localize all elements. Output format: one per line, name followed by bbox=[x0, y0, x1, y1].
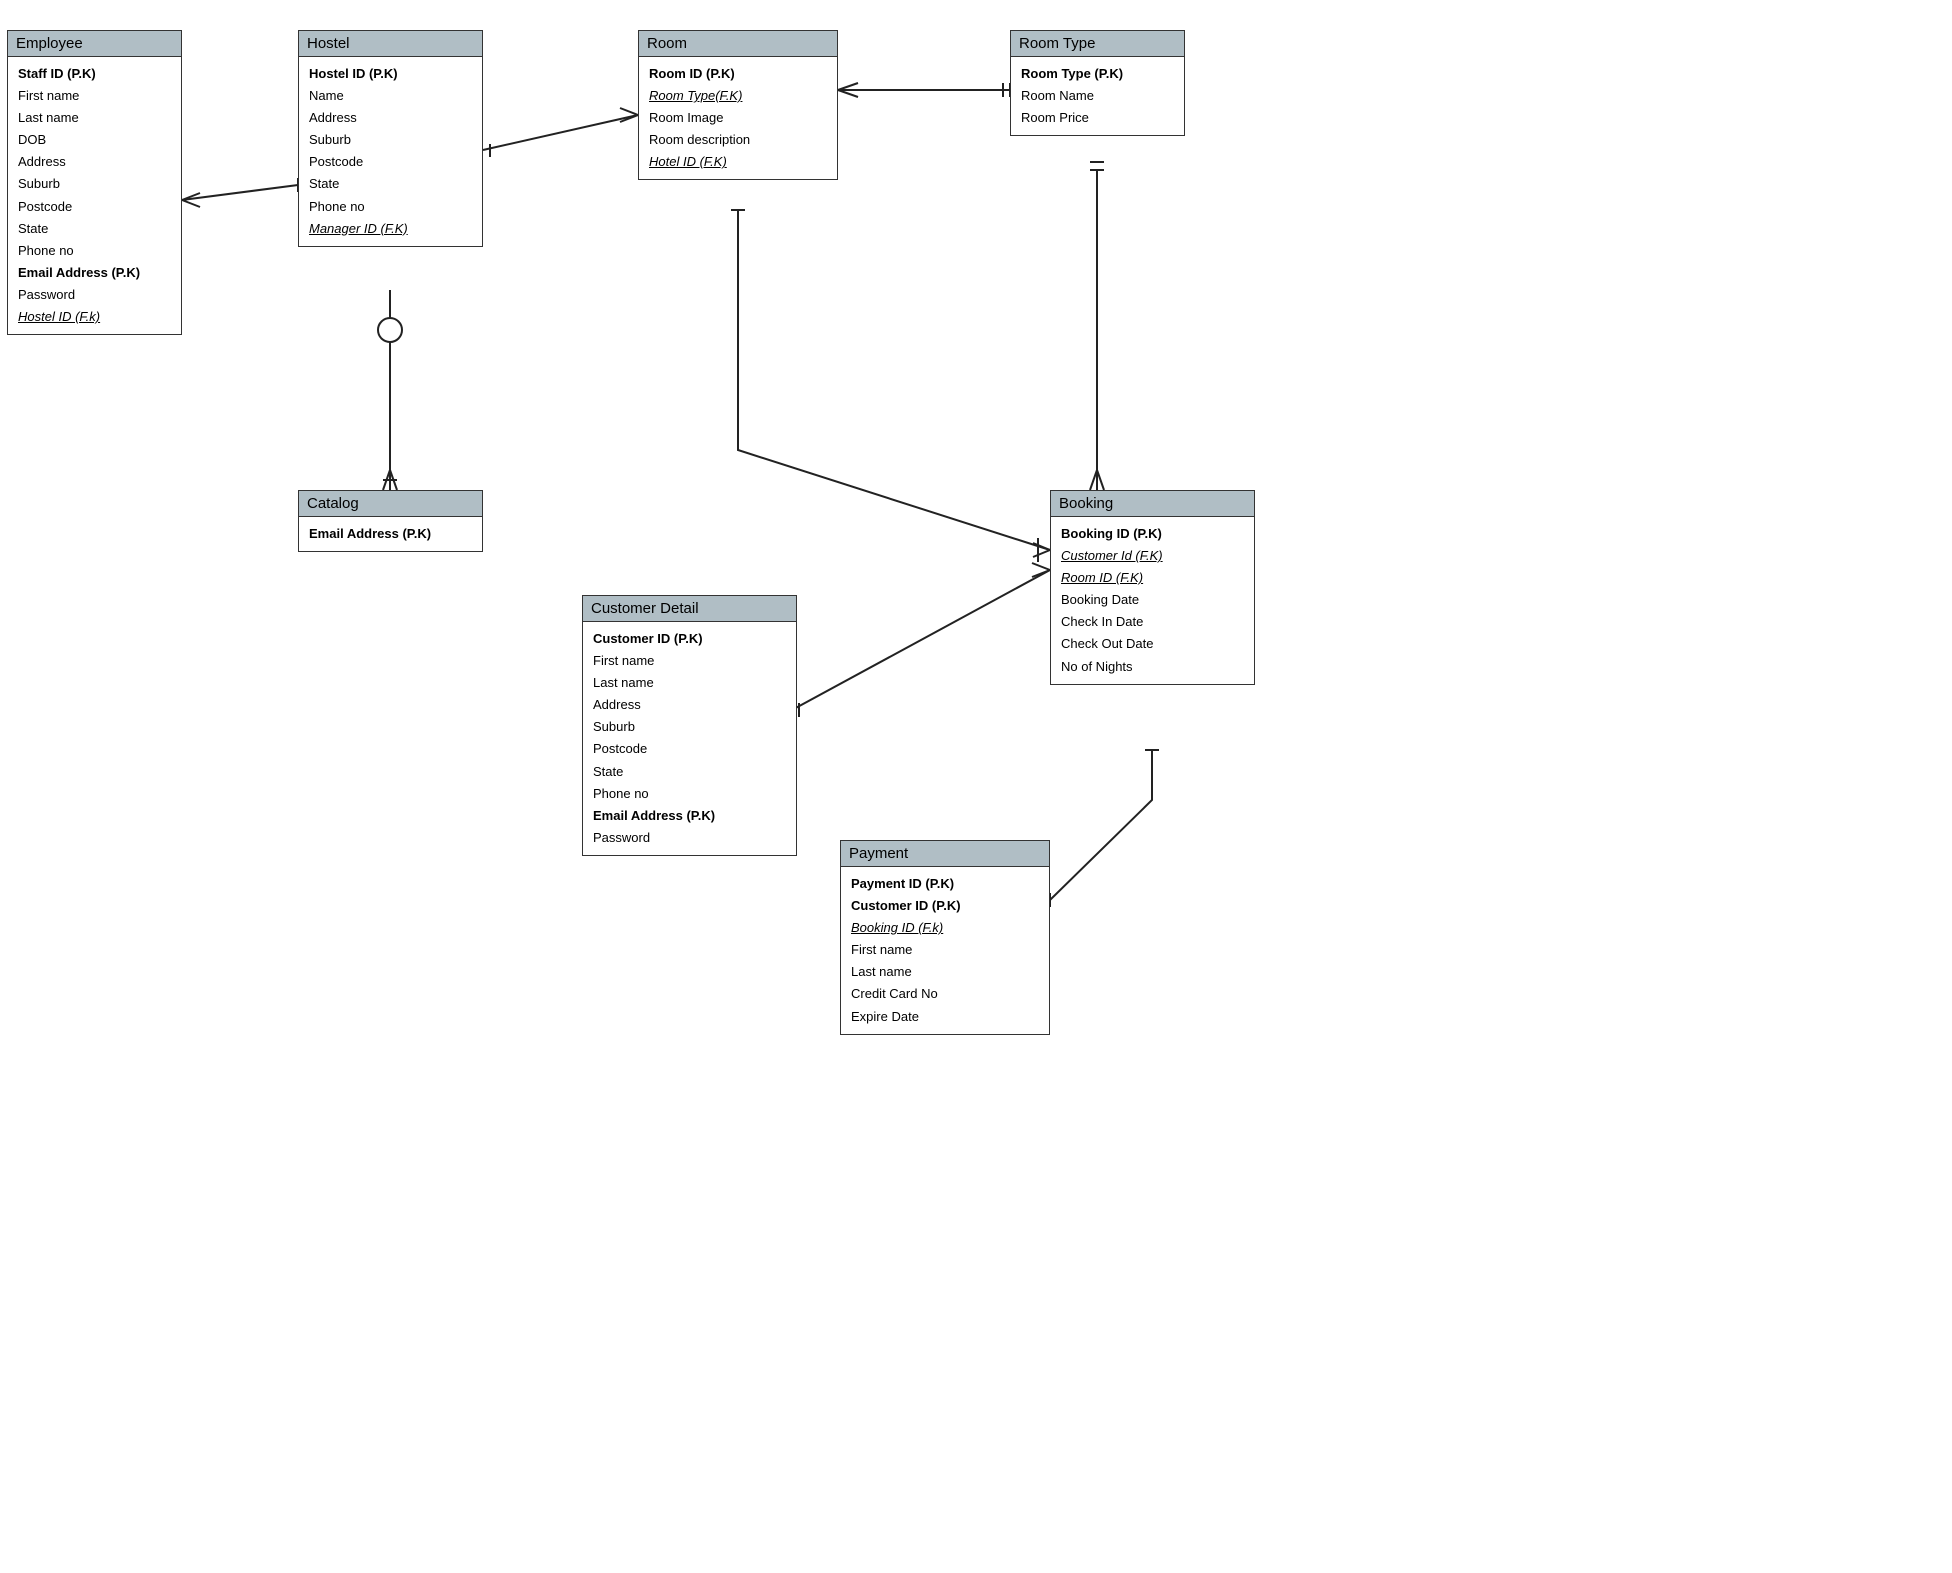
entity-payment-body: Payment ID (P.K) Customer ID (P.K) Booki… bbox=[841, 867, 1049, 1034]
field-address: Address bbox=[593, 694, 786, 716]
field-phone: Phone no bbox=[593, 783, 786, 805]
field-address: Address bbox=[18, 151, 171, 173]
entity-hostel: Hostel Hostel ID (P.K) Name Address Subu… bbox=[298, 30, 483, 247]
entity-employee: Employee Staff ID (P.K) First name Last … bbox=[7, 30, 182, 335]
field-postcode: Postcode bbox=[18, 196, 171, 218]
field-postcode: Postcode bbox=[593, 738, 786, 760]
field-phone: Phone no bbox=[18, 240, 171, 262]
field-last-name: Last name bbox=[18, 107, 171, 129]
field-room-image: Room Image bbox=[649, 107, 827, 129]
field-payment-id: Payment ID (P.K) bbox=[851, 873, 1039, 895]
field-customer-id-pk: Customer ID (P.K) bbox=[851, 895, 1039, 917]
field-email: Email Address (P.K) bbox=[18, 262, 171, 284]
field-customer-id: Customer ID (P.K) bbox=[593, 628, 786, 650]
entity-hostel-body: Hostel ID (P.K) Name Address Suburb Post… bbox=[299, 57, 482, 246]
field-first-name: First name bbox=[18, 85, 171, 107]
field-state: State bbox=[18, 218, 171, 240]
entity-hostel-header: Hostel bbox=[299, 31, 482, 57]
entity-booking: Booking Booking ID (P.K) Customer Id (F.… bbox=[1050, 490, 1255, 685]
field-suburb: Suburb bbox=[309, 129, 472, 151]
field-room-name: Room Name bbox=[1021, 85, 1174, 107]
field-last-name: Last name bbox=[593, 672, 786, 694]
field-address: Address bbox=[309, 107, 472, 129]
field-email-pk: Email Address (P.K) bbox=[593, 805, 786, 827]
field-room-type-fk: Room Type(F.K) bbox=[649, 85, 827, 107]
field-expire: Expire Date bbox=[851, 1006, 1039, 1028]
field-hotel-id-fk: Hotel ID (F.K) bbox=[649, 151, 827, 173]
entity-booking-body: Booking ID (P.K) Customer Id (F.K) Room … bbox=[1051, 517, 1254, 684]
entity-roomtype: Room Type Room Type (P.K) Room Name Room… bbox=[1010, 30, 1185, 136]
entity-customer-body: Customer ID (P.K) First name Last name A… bbox=[583, 622, 796, 855]
field-email-pk: Email Address (P.K) bbox=[309, 523, 472, 545]
entity-roomtype-body: Room Type (P.K) Room Name Room Price bbox=[1011, 57, 1184, 135]
field-name: Name bbox=[309, 85, 472, 107]
field-state: State bbox=[593, 761, 786, 783]
entity-employee-body: Staff ID (P.K) First name Last name DOB … bbox=[8, 57, 181, 334]
entity-payment-header: Payment bbox=[841, 841, 1049, 867]
field-room-price: Room Price bbox=[1021, 107, 1174, 129]
field-checkout: Check Out Date bbox=[1061, 633, 1244, 655]
entity-roomtype-header: Room Type bbox=[1011, 31, 1184, 57]
field-first-name: First name bbox=[851, 939, 1039, 961]
field-credit-card: Credit Card No bbox=[851, 983, 1039, 1005]
field-last-name: Last name bbox=[851, 961, 1039, 983]
field-roomtype-pk: Room Type (P.K) bbox=[1021, 63, 1174, 85]
field-first-name: First name bbox=[593, 650, 786, 672]
field-booking-id: Booking ID (P.K) bbox=[1061, 523, 1244, 545]
entity-catalog-header: Catalog bbox=[299, 491, 482, 517]
field-room-id-fk: Room ID (F.K) bbox=[1061, 567, 1244, 589]
entity-room-header: Room bbox=[639, 31, 837, 57]
field-nights: No of Nights bbox=[1061, 656, 1244, 678]
field-dob: DOB bbox=[18, 129, 171, 151]
entity-employee-header: Employee bbox=[8, 31, 181, 57]
field-room-description: Room description bbox=[649, 129, 827, 151]
field-customer-id-fk: Customer Id (F.K) bbox=[1061, 545, 1244, 567]
field-booking-date: Booking Date bbox=[1061, 589, 1244, 611]
field-manager-id: Manager ID (F.K) bbox=[309, 218, 472, 240]
field-suburb: Suburb bbox=[593, 716, 786, 738]
field-booking-id-fk: Booking ID (F.k) bbox=[851, 917, 1039, 939]
field-phone: Phone no bbox=[309, 196, 472, 218]
entity-booking-header: Booking bbox=[1051, 491, 1254, 517]
field-suburb: Suburb bbox=[18, 173, 171, 195]
field-password: Password bbox=[18, 284, 171, 306]
field-hostel-id-pk: Hostel ID (P.K) bbox=[309, 63, 472, 85]
field-checkin: Check In Date bbox=[1061, 611, 1244, 633]
field-staff-id: Staff ID (P.K) bbox=[18, 63, 171, 85]
entity-room: Room Room ID (P.K) Room Type(F.K) Room I… bbox=[638, 30, 838, 180]
entity-catalog-body: Email Address (P.K) bbox=[299, 517, 482, 551]
field-postcode: Postcode bbox=[309, 151, 472, 173]
entity-room-body: Room ID (P.K) Room Type(F.K) Room Image … bbox=[639, 57, 837, 179]
entity-catalog: Catalog Email Address (P.K) bbox=[298, 490, 483, 552]
field-state: State bbox=[309, 173, 472, 195]
field-room-id: Room ID (P.K) bbox=[649, 63, 827, 85]
entity-customer: Customer Detail Customer ID (P.K) First … bbox=[582, 595, 797, 856]
entity-payment: Payment Payment ID (P.K) Customer ID (P.… bbox=[840, 840, 1050, 1035]
field-password: Password bbox=[593, 827, 786, 849]
entity-customer-header: Customer Detail bbox=[583, 596, 796, 622]
field-hostel-id: Hostel ID (F.k) bbox=[18, 306, 171, 328]
